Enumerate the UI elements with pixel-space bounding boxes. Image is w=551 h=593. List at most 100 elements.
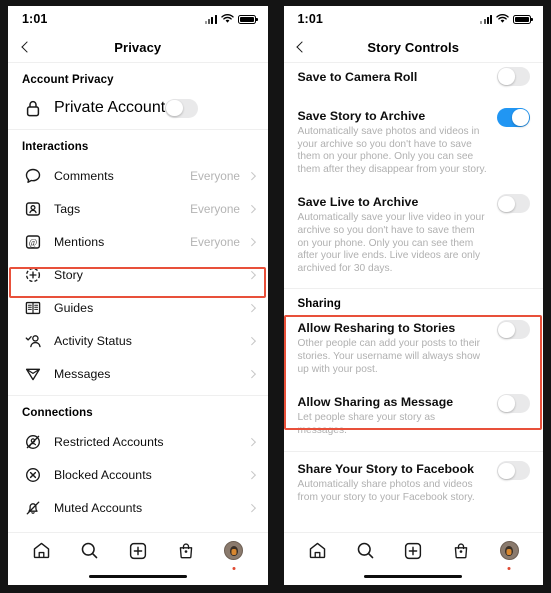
allow-sharing-as-message-toggle[interactable] (497, 394, 530, 414)
battery-full-icon (513, 14, 533, 24)
row-private-account[interactable]: Private Account (8, 92, 268, 124)
save-story-to-archive-toggle[interactable] (497, 108, 530, 127)
setting-allow-resharing-to-stories[interactable]: Allow Resharing to Stories Other people … (284, 314, 544, 376)
setting-title: Save Live to Archive (297, 195, 419, 210)
profile-notification-dot (232, 566, 235, 570)
row-label: Tags (54, 201, 81, 216)
status-icons (204, 14, 258, 24)
back-button[interactable] (284, 32, 318, 63)
story-controls-screen: 1:01 Story Controls Save to Camera Roll … (283, 6, 544, 585)
navbar-left: Privacy (8, 32, 268, 63)
back-button[interactable] (8, 32, 42, 63)
row-label: Activity Status (54, 333, 132, 348)
battery-full-icon (237, 14, 258, 24)
status-icons (480, 14, 533, 24)
lock-icon (22, 100, 44, 117)
row-label: Mentions (54, 234, 105, 249)
tab-shop[interactable] (446, 536, 476, 566)
status-time: 1:01 (22, 12, 48, 26)
search-icon (82, 542, 98, 559)
mention-at-icon: @ (22, 234, 44, 250)
tab-profile[interactable] (219, 536, 249, 570)
right-phone-frame: 1:01 Story Controls Save to Camera Roll … (275, 0, 551, 593)
restricted-accounts-icon (22, 434, 44, 450)
setting-text: Allow Resharing to Stories Other people … (298, 320, 498, 376)
home-indicator-left (8, 568, 268, 585)
sidebar-item-mentions[interactable]: @ Mentions Everyone (8, 225, 268, 258)
wifi-icon (220, 14, 234, 23)
sidebar-item-tags[interactable]: Tags Everyone (8, 192, 268, 225)
wifi-icon (496, 14, 509, 23)
allow-resharing-to-stories-toggle[interactable] (497, 320, 530, 340)
setting-allow-sharing-as-message[interactable]: Allow Sharing as Message Let people shar… (284, 394, 544, 437)
section-heading-sharing: Sharing (297, 298, 342, 311)
sidebar-item-muted-accounts[interactable]: Muted Accounts (8, 491, 268, 524)
tab-shop[interactable] (171, 536, 201, 566)
tabbar-right (283, 532, 543, 570)
chevron-right-icon (247, 204, 256, 213)
blocked-accounts-icon (22, 467, 44, 483)
setting-title: Save Story to Archive (297, 109, 426, 123)
row-value: Everyone (190, 201, 240, 216)
sidebar-item-guides[interactable]: Guides (8, 291, 268, 324)
chevron-right-icon (247, 270, 256, 279)
row-label: Restricted Accounts (54, 434, 164, 449)
setting-title: Allow Resharing to Stories (297, 321, 456, 336)
page-title: Story Controls (367, 39, 460, 55)
shop-bag-icon (454, 542, 468, 558)
setting-save-live-to-archive[interactable]: Save Live to Archive Automatically save … (284, 194, 544, 275)
profile-notification-dot (507, 566, 511, 570)
tab-create[interactable] (123, 536, 153, 566)
tab-search[interactable] (75, 536, 105, 566)
row-label: Story (54, 267, 83, 282)
cellular-signal-icon (480, 14, 492, 24)
cellular-signal-icon (204, 14, 217, 24)
status-time: 1:01 (297, 12, 323, 26)
setting-text: Save Story to Archive Automatically save… (298, 108, 498, 176)
sidebar-item-comments[interactable]: Comments Everyone (8, 159, 268, 192)
setting-text: Share Your Story to Facebook Automatical… (298, 461, 498, 504)
chevron-right-icon (247, 470, 256, 479)
setting-description: Automatically save photos and videos in … (297, 126, 487, 175)
messages-paperplane-icon (22, 366, 44, 382)
setting-save-story-to-archive[interactable]: Save Story to Archive Automatically save… (284, 108, 544, 176)
chevron-right-icon (247, 237, 256, 246)
privacy-content: Account Privacy Private Account Interact… (8, 63, 268, 532)
tab-home[interactable] (27, 536, 57, 566)
setting-title: Allow Sharing as Message (297, 395, 454, 410)
section-heading-account-privacy: Account Privacy (22, 74, 114, 86)
story-plus-icon (22, 267, 44, 283)
sidebar-item-restricted-accounts[interactable]: Restricted Accounts (8, 425, 268, 458)
left-phone-frame: 1:01 Privacy Account Privacy Private Acc… (0, 0, 276, 593)
setting-title: Save to Camera Roll (297, 69, 418, 84)
sidebar-item-story[interactable]: Story (8, 258, 268, 291)
setting-save-to-camera-roll[interactable]: Save to Camera Roll (284, 63, 544, 86)
save-live-to-archive-toggle[interactable] (497, 194, 530, 214)
chevron-right-icon (247, 303, 256, 312)
status-bar-right: 1:01 (283, 6, 543, 32)
screenshot-stage: 1:01 Privacy Account Privacy Private Acc… (0, 0, 551, 593)
sidebar-item-activity-status[interactable]: Activity Status (8, 324, 268, 357)
share-story-to-facebook-toggle[interactable] (497, 461, 530, 481)
tab-home[interactable] (302, 536, 332, 566)
sidebar-item-blocked-accounts[interactable]: Blocked Accounts (8, 458, 268, 491)
setting-title: Share Your Story to Facebook (297, 462, 475, 477)
chevron-right-icon (247, 171, 256, 180)
section-heading-connections: Connections (22, 407, 93, 419)
tab-search[interactable] (350, 536, 380, 566)
private-account-toggle[interactable] (165, 98, 199, 118)
shop-bag-icon (179, 542, 192, 558)
setting-share-story-to-facebook[interactable]: Share Your Story to Facebook Automatical… (284, 452, 544, 504)
chevron-left-icon (296, 41, 308, 53)
activity-status-icon (22, 333, 44, 349)
save-to-camera-roll-toggle[interactable] (497, 67, 530, 86)
sidebar-item-messages[interactable]: Messages (8, 357, 268, 390)
setting-text: Save Live to Archive Automatically save … (298, 194, 498, 275)
profile-avatar-icon (499, 541, 519, 560)
tag-person-icon (22, 201, 44, 217)
row-label: Blocked Accounts (54, 467, 152, 482)
tab-profile[interactable] (494, 536, 524, 570)
row-value: Everyone (190, 168, 240, 183)
row-label: Guides (54, 300, 94, 315)
tab-create[interactable] (398, 536, 428, 566)
